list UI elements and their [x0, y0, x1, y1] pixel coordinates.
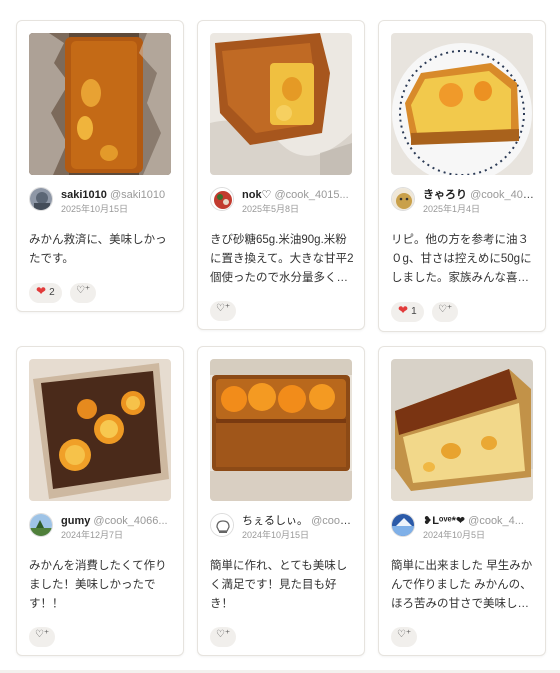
heart-reaction-button[interactable]: ❤ 1	[391, 302, 424, 322]
heart-plus-icon: ♡⁺	[75, 285, 91, 297]
author-name: きゃろり	[423, 189, 467, 201]
author-handle: @cook_404...	[470, 189, 537, 201]
cooksnap-card[interactable]: ❥Lᵒᵛᵉ*❤ @cook_4... 2024年10月5日 簡単に出来ました 早…	[378, 346, 546, 656]
author-handle: @cook_...	[311, 515, 356, 527]
post-date: 2024年10月5日	[423, 530, 486, 540]
reaction-bar: ❤ 2 ♡⁺	[29, 283, 100, 303]
author-name: gumy	[61, 515, 91, 527]
avatar[interactable]	[210, 513, 234, 537]
avatar[interactable]	[29, 187, 53, 211]
add-reaction-button[interactable]: ♡⁺	[210, 627, 236, 647]
author-name-line[interactable]: ❥Lᵒᵛᵉ*❤ @cook_4...	[423, 514, 537, 528]
reaction-bar: ♡⁺	[210, 627, 240, 647]
author-row[interactable]: nok♡ @cook_4015... 2025年5月8日	[210, 187, 356, 215]
cooksnap-photo[interactable]	[391, 359, 533, 501]
author-handle: @cook_4066...	[93, 515, 168, 527]
author-row[interactable]: きゃろり @cook_404... 2025年1月4日	[391, 187, 537, 215]
cooksnap-comment: きび砂糖65g.米油90g.米粉に置き換えて。大きな甘平2個使ったので水分量多く…	[210, 234, 354, 284]
post-date: 2025年1月4日	[423, 204, 481, 214]
reaction-count: 1	[411, 306, 417, 317]
cooksnap-photo[interactable]	[210, 359, 352, 501]
avatar[interactable]	[29, 513, 53, 537]
reaction-bar: ❤ 1 ♡⁺	[391, 302, 462, 322]
author-name-line[interactable]: きゃろり @cook_404...	[423, 188, 537, 202]
heart-icon: ❤	[398, 303, 409, 318]
post-date: 2024年10月15日	[242, 530, 310, 540]
author-row[interactable]: saki1010 @saki1010 2025年10月15日	[29, 187, 175, 215]
cooksnap-photo[interactable]	[391, 33, 533, 175]
cooksnap-photo[interactable]	[210, 33, 352, 175]
add-reaction-button[interactable]: ♡⁺	[432, 302, 459, 322]
cooksnap-comment: みかん救済に、美味しかったです。	[29, 234, 167, 265]
avatar[interactable]	[391, 187, 415, 211]
author-name: ちぇるしぃ。	[242, 515, 308, 527]
author-name: saki1010	[61, 189, 107, 201]
cooksnap-comment: リピ。他の方を参考に油３０g、甘さは控えめに50gにしました。家族みんな喜…	[391, 234, 532, 284]
heart-plus-icon: ♡⁺	[396, 629, 412, 641]
author-row[interactable]: ❥Lᵒᵛᵉ*❤ @cook_4... 2024年10月5日	[391, 513, 537, 541]
cooksnap-card[interactable]: gumy @cook_4066... 2024年12月7日 みかんを消費したくて…	[16, 346, 184, 656]
author-name-line[interactable]: ちぇるしぃ。 @cook_...	[242, 514, 356, 528]
add-reaction-button[interactable]: ♡⁺	[29, 627, 55, 647]
cooksnap-comment: 簡単に出来ました 早生みかんで作りました みかんの、ほろ苦みの甘さで美味し…	[391, 560, 533, 610]
cooksnap-photo[interactable]	[29, 33, 171, 175]
cooksnap-comment: 簡単に作れ、とても美味しく満足です！見た目も好き！	[210, 560, 348, 610]
author-handle: @cook_4...	[468, 515, 524, 527]
reaction-bar: ♡⁺	[29, 627, 59, 647]
heart-plus-icon: ♡⁺	[34, 629, 50, 641]
reaction-bar: ♡⁺	[210, 301, 240, 321]
avatar[interactable]	[391, 513, 415, 537]
cooksnap-grid: saki1010 @saki1010 2025年10月15日 みかん救済に、美味…	[0, 0, 560, 673]
cooksnap-card[interactable]: ちぇるしぃ。 @cook_... 2024年10月15日 簡単に作れ、とても美味…	[197, 346, 365, 656]
post-date: 2025年10月15日	[61, 204, 129, 214]
post-date: 2025年5月8日	[242, 204, 300, 214]
heart-plus-icon: ♡⁺	[215, 629, 231, 641]
post-date: 2024年12月7日	[61, 530, 124, 540]
reaction-bar: ♡⁺	[391, 627, 421, 647]
cooksnap-photo[interactable]	[29, 359, 171, 501]
avatar[interactable]	[210, 187, 234, 211]
author-row[interactable]: ちぇるしぃ。 @cook_... 2024年10月15日	[210, 513, 356, 541]
author-name: nok♡	[242, 189, 272, 201]
author-row[interactable]: gumy @cook_4066... 2024年12月7日	[29, 513, 175, 541]
author-name: ❥Lᵒᵛᵉ*❤	[423, 515, 466, 527]
cooksnap-comment: みかんを消費したくて作りました！美味しかったです！！	[29, 560, 167, 610]
heart-plus-icon: ♡⁺	[437, 304, 453, 316]
cooksnap-card[interactable]: saki1010 @saki1010 2025年10月15日 みかん救済に、美味…	[16, 20, 184, 312]
author-name-line[interactable]: gumy @cook_4066...	[61, 514, 175, 528]
heart-plus-icon: ♡⁺	[215, 303, 231, 315]
heart-icon: ❤	[36, 284, 47, 299]
heart-reaction-button[interactable]: ❤ 2	[29, 283, 62, 303]
author-handle: @cook_4015...	[274, 189, 349, 201]
author-name-line[interactable]: saki1010 @saki1010	[61, 188, 175, 202]
add-reaction-button[interactable]: ♡⁺	[391, 627, 417, 647]
reaction-count: 2	[49, 287, 55, 298]
add-reaction-button[interactable]: ♡⁺	[210, 301, 236, 321]
author-handle: @saki1010	[109, 189, 166, 201]
cooksnap-card[interactable]: きゃろり @cook_404... 2025年1月4日 リピ。他の方を参考に油３…	[378, 20, 546, 332]
add-reaction-button[interactable]: ♡⁺	[70, 283, 97, 303]
author-name-line[interactable]: nok♡ @cook_4015...	[242, 188, 356, 202]
cooksnap-card[interactable]: nok♡ @cook_4015... 2025年5月8日 きび砂糖65g.米油9…	[197, 20, 365, 330]
